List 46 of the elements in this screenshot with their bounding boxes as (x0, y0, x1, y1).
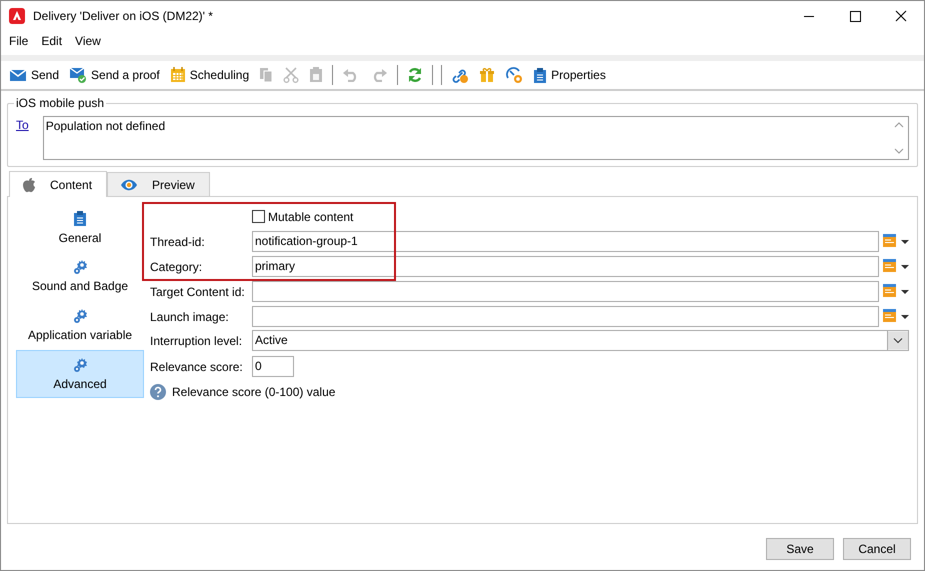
gears-icon (72, 357, 88, 373)
gears-icon (72, 259, 88, 275)
field-label: Target Content id: (150, 284, 246, 298)
toolbar-button[interactable]: Send (5, 63, 64, 87)
menu-item[interactable]: File (9, 34, 28, 48)
help-icon (150, 384, 166, 400)
clipboard-icon (533, 66, 548, 84)
number-field[interactable]: 0 (252, 356, 294, 377)
dialog-button[interactable]: Save (766, 538, 834, 560)
toolbar-button[interactable]: Properties (529, 63, 610, 87)
tab[interactable]: Preview (107, 172, 210, 196)
clipboard-icon (73, 210, 87, 226)
window-title: Delivery 'Deliver on iOS (DM22)' * (33, 9, 214, 23)
envelope-check-icon (69, 67, 88, 83)
calendar-icon (170, 67, 186, 83)
apple-icon (22, 176, 36, 192)
to-link[interactable]: To (16, 116, 29, 160)
toolbar-button[interactable]: Send a proof (65, 63, 164, 87)
gears-icon (72, 308, 88, 324)
app-logo-icon (9, 8, 25, 24)
envelope-icon (9, 68, 27, 82)
group-title: iOS mobile push (14, 96, 106, 110)
field-label: Thread-id: (150, 234, 206, 248)
field-label: Launch image: (150, 310, 230, 324)
sidebar-item[interactable]: Advanced (16, 350, 144, 398)
dialog-button[interactable]: Cancel (843, 538, 911, 560)
text-field[interactable]: primary (252, 256, 879, 277)
checkbox[interactable]: Mutable content (252, 210, 879, 224)
eye-icon (120, 178, 138, 190)
help-text: Relevance score (0-100) value (172, 384, 336, 398)
menu-item[interactable]: View (75, 34, 101, 48)
sidebar-item[interactable]: General (16, 203, 144, 251)
sidebar-item[interactable]: Application variable (16, 301, 144, 349)
text-field[interactable] (252, 281, 879, 302)
text-field[interactable]: notification-group-1 (252, 231, 879, 252)
field-label: Category: (150, 260, 204, 274)
field-label: Interruption level: (150, 334, 244, 348)
menu-item[interactable]: Edit (41, 34, 62, 48)
toolbar-button[interactable]: Scheduling (166, 63, 254, 87)
sidebar-item[interactable]: Sound and Badge (16, 252, 144, 300)
tab[interactable]: Content (9, 171, 108, 197)
chevron-icon (887, 331, 908, 350)
text-field[interactable] (252, 306, 879, 327)
field-label: Relevance score: (150, 360, 244, 374)
population-field[interactable]: Population not defined (42, 116, 909, 160)
dropdown[interactable]: Active (252, 330, 909, 351)
